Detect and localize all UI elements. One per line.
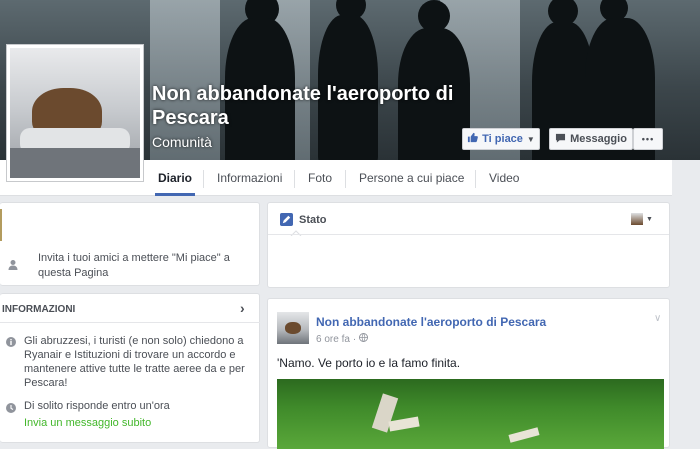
info-icon <box>6 336 16 350</box>
pencil-icon <box>280 213 293 229</box>
tab-foto[interactable]: Foto <box>308 160 332 196</box>
invite-card: Invita i tuoi amici a mettere "Mi piace"… <box>0 202 260 286</box>
more-options-button[interactable]: ••• <box>633 128 663 150</box>
status-composer: Stato ▼ <box>267 202 670 288</box>
tab-video[interactable]: Video <box>489 160 519 196</box>
photo-plane-debris <box>508 427 540 443</box>
tab-divider <box>345 170 346 188</box>
profile-picture[interactable] <box>6 44 144 182</box>
photo-plane-body <box>388 416 420 432</box>
about-title: INFORMAZIONI <box>2 304 76 315</box>
meta-separator: · <box>352 333 357 345</box>
page-title: Non abbandonate l'aeroporto di Pescara <box>152 83 454 129</box>
like-button[interactable]: Ti piace ▼ <box>462 128 540 150</box>
response-time: Di solito risponde entro un'ora <box>24 400 170 412</box>
more-icon: ••• <box>641 134 655 144</box>
progress-marker <box>0 209 2 241</box>
post-author[interactable]: Non abbandonate l'aeroporto di Pescara <box>316 315 546 329</box>
small-avatar-icon <box>631 213 643 225</box>
post-text: 'Namo. Ve porto io e la famo finita. <box>277 356 461 370</box>
thumbs-up-icon <box>467 132 479 146</box>
message-button-label: Messaggio <box>570 133 627 145</box>
caret-down-icon: ▼ <box>526 134 535 144</box>
like-button-label: Ti piace <box>482 133 523 145</box>
profile-photo-table <box>10 148 140 178</box>
post-card: Non abbandonate l'aeroporto di Pescara 6… <box>267 298 670 449</box>
page-avatar-selector[interactable]: ▼ <box>631 212 657 226</box>
tab-divider <box>203 170 204 188</box>
page-category: Comunità <box>152 134 212 150</box>
about-description: Gli abruzzesi, i turisti (e non solo) ch… <box>24 335 245 389</box>
tab-persone-a-cui-piace[interactable]: Persone a cui piace <box>359 160 464 196</box>
clock-icon <box>6 402 16 416</box>
divider <box>0 322 260 323</box>
person-add-icon <box>8 259 20 274</box>
message-icon <box>555 133 566 146</box>
tab-informazioni[interactable]: Informazioni <box>217 160 282 196</box>
tab-divider <box>475 170 476 188</box>
profile-photo <box>10 48 140 178</box>
message-button[interactable]: Messaggio <box>549 128 633 150</box>
divider <box>268 234 669 235</box>
post-author-avatar[interactable] <box>277 312 309 344</box>
tab-divider <box>294 170 295 188</box>
caret-down-icon: ▼ <box>646 215 653 223</box>
post-meta: 6 ore fa · <box>316 333 369 345</box>
about-card: INFORMAZIONI › Gli abruzzesi, i turisti … <box>0 293 260 443</box>
post-timestamp[interactable]: 6 ore fa <box>316 334 350 345</box>
globe-icon <box>359 333 369 345</box>
send-message-link[interactable]: Invia un messaggio subito <box>24 417 151 429</box>
invite-text[interactable]: Invita i tuoi amici a mettere "Mi piace"… <box>38 251 252 281</box>
chevron-down-icon[interactable]: ∨ <box>654 313 661 324</box>
status-tab[interactable]: Stato <box>299 214 327 226</box>
tab-diario[interactable]: Diario <box>155 160 195 196</box>
avatar-hair <box>285 322 301 334</box>
post-photo[interactable] <box>277 379 664 449</box>
chevron-right-icon[interactable]: › <box>240 300 245 316</box>
